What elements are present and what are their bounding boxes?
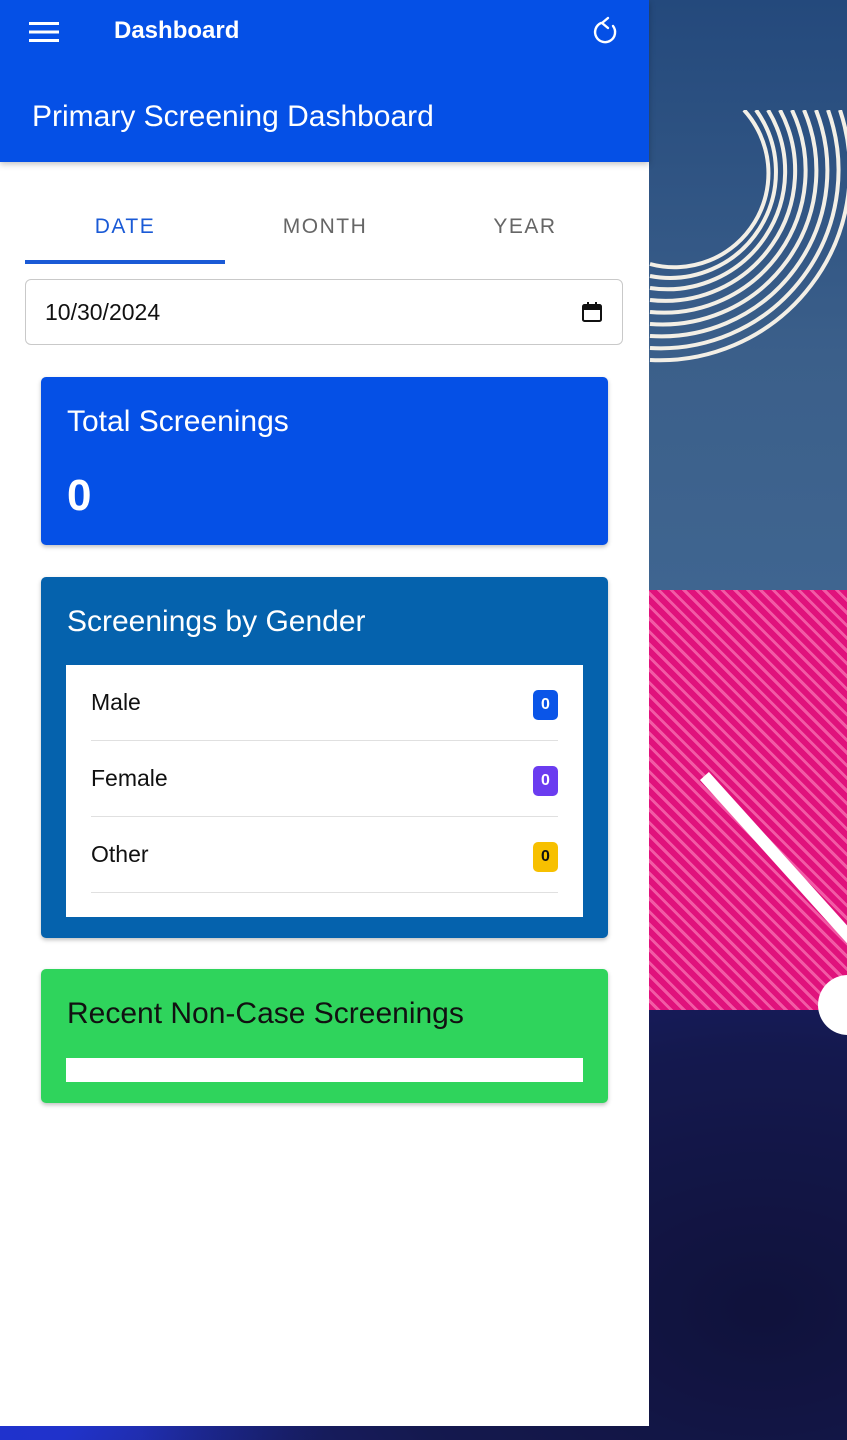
gender-label-female: Female: [91, 765, 168, 791]
period-tabs: DATE MONTH YEAR: [25, 190, 625, 264]
app-bar: Dashboard Primary Screening Dashboard: [0, 0, 649, 162]
count-badge-other: 0: [533, 842, 558, 872]
date-value: 10/30/2024: [45, 298, 161, 325]
gender-card-label: Screenings by Gender: [67, 605, 366, 638]
count-badge-male: 0: [533, 690, 558, 720]
refresh-icon: [593, 16, 617, 44]
list-item: Other 0: [91, 817, 558, 893]
gender-label-male: Male: [91, 689, 141, 715]
dashboard-panel: Dashboard Primary Screening Dashboard DA…: [0, 0, 649, 1426]
tab-year[interactable]: YEAR: [425, 190, 625, 264]
gender-label-other: Other: [91, 841, 149, 867]
gender-list: Male 0 Female 0 Other 0: [66, 665, 583, 917]
app-bar-title: Dashboard: [114, 17, 240, 44]
recent-screenings-list: [66, 1058, 583, 1082]
menu-icon: [29, 22, 59, 42]
active-tab-indicator: [25, 260, 225, 264]
refresh-button[interactable]: [586, 12, 626, 52]
total-screenings-value: 0: [67, 471, 92, 520]
tab-date[interactable]: DATE: [25, 190, 225, 264]
list-item: Female 0: [91, 741, 558, 817]
recent-screenings-card: Recent Non-Case Screenings: [41, 969, 608, 1103]
gender-card: Screenings by Gender Male 0 Female 0 Oth…: [41, 577, 608, 938]
background-pink-stripes: [648, 590, 847, 1010]
list-item: Male 0: [91, 665, 558, 741]
count-badge-female: 0: [533, 766, 558, 796]
page-title: Primary Screening Dashboard: [32, 100, 434, 133]
recent-screenings-label: Recent Non-Case Screenings: [67, 997, 464, 1030]
date-input[interactable]: 10/30/2024: [25, 279, 623, 345]
total-screenings-card: Total Screenings 0: [41, 377, 608, 545]
calendar-icon[interactable]: [580, 300, 604, 324]
tab-month[interactable]: MONTH: [225, 190, 425, 264]
total-screenings-label: Total Screenings: [67, 405, 289, 438]
menu-button[interactable]: [22, 12, 66, 52]
